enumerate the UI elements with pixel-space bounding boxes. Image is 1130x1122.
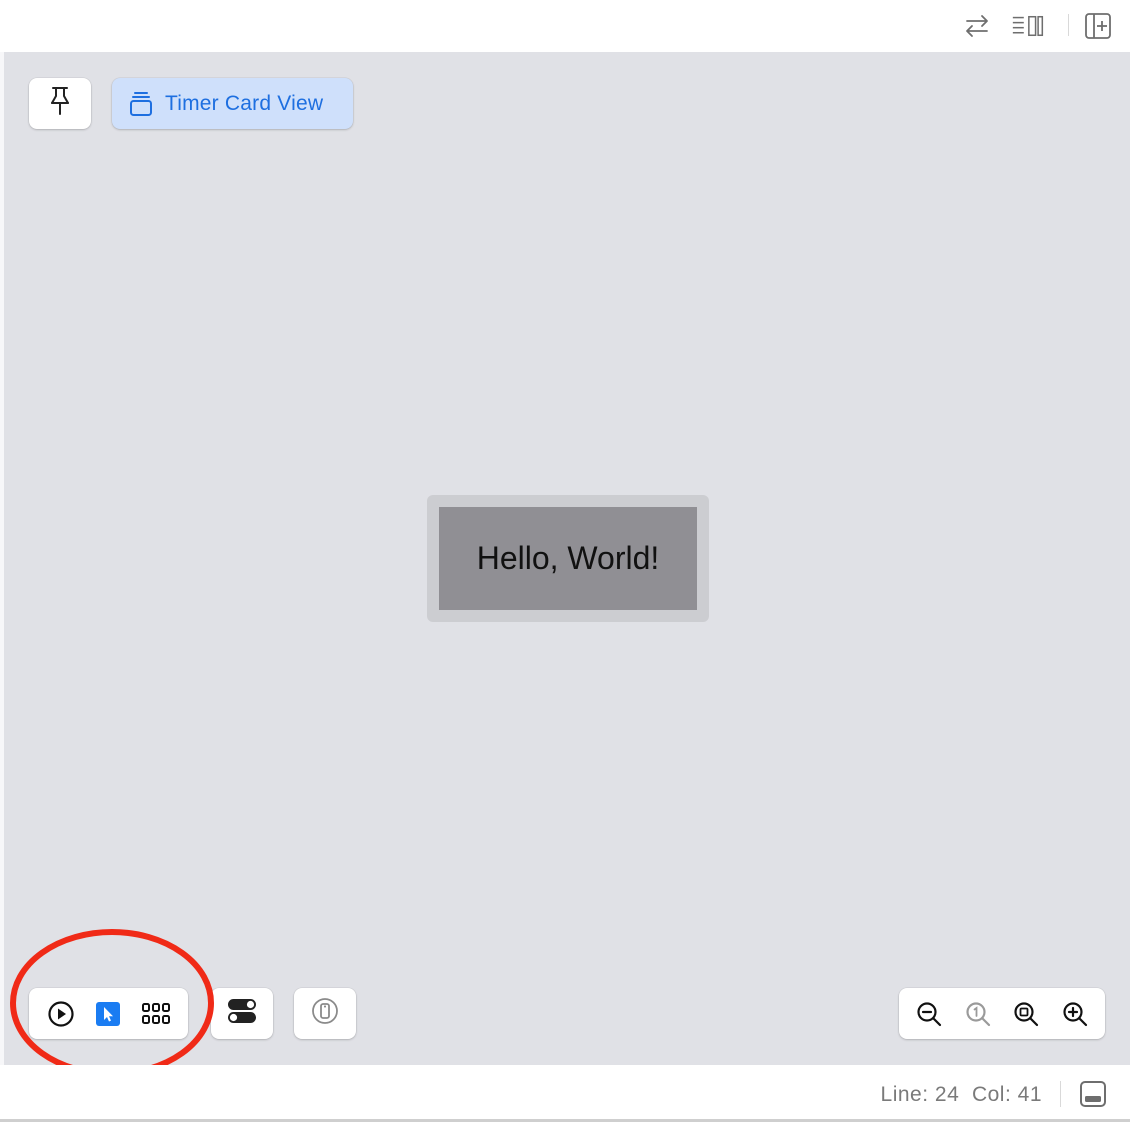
col-label: Col: xyxy=(971,1083,1012,1106)
toggle-switches-icon xyxy=(227,998,257,1029)
cursor-position: Line: 24 Col: 41 xyxy=(881,1083,1042,1107)
zoom-in-icon[interactable] xyxy=(1055,994,1095,1034)
preview-content[interactable]: Hello, World! xyxy=(439,507,697,610)
variants-button[interactable] xyxy=(211,988,273,1039)
zoom-controls xyxy=(899,988,1105,1039)
device-settings-icon xyxy=(311,997,339,1030)
top-toolbar xyxy=(0,0,1130,52)
pushpin-icon xyxy=(47,85,73,122)
zoom-to-fit-icon[interactable] xyxy=(1006,994,1046,1034)
status-separator xyxy=(1060,1081,1061,1107)
preview-title-button[interactable]: Timer Card View xyxy=(112,78,353,129)
pin-preview-button[interactable] xyxy=(29,78,91,129)
preview-title: Timer Card View xyxy=(165,91,324,115)
line-value: 24 xyxy=(934,1083,960,1106)
device-settings-button[interactable] xyxy=(294,988,356,1039)
annotation-circle xyxy=(10,929,214,1077)
zoom-out-icon[interactable] xyxy=(909,994,949,1034)
line-label: Line: xyxy=(880,1083,929,1106)
toggle-debug-area-icon[interactable] xyxy=(1078,1079,1108,1109)
inspector-layout-icon[interactable] xyxy=(1012,10,1044,42)
toolbar-separator xyxy=(1068,14,1069,36)
stacked-cards-icon xyxy=(129,91,153,117)
status-bar: Line: 24 Col: 41 xyxy=(0,1065,1130,1122)
add-editor-icon[interactable] xyxy=(1082,10,1114,42)
swap-arrows-icon[interactable] xyxy=(961,10,993,42)
zoom-100-icon[interactable] xyxy=(958,994,998,1034)
preview-text: Hello, World! xyxy=(476,540,660,576)
col-value: 41 xyxy=(1017,1083,1042,1106)
